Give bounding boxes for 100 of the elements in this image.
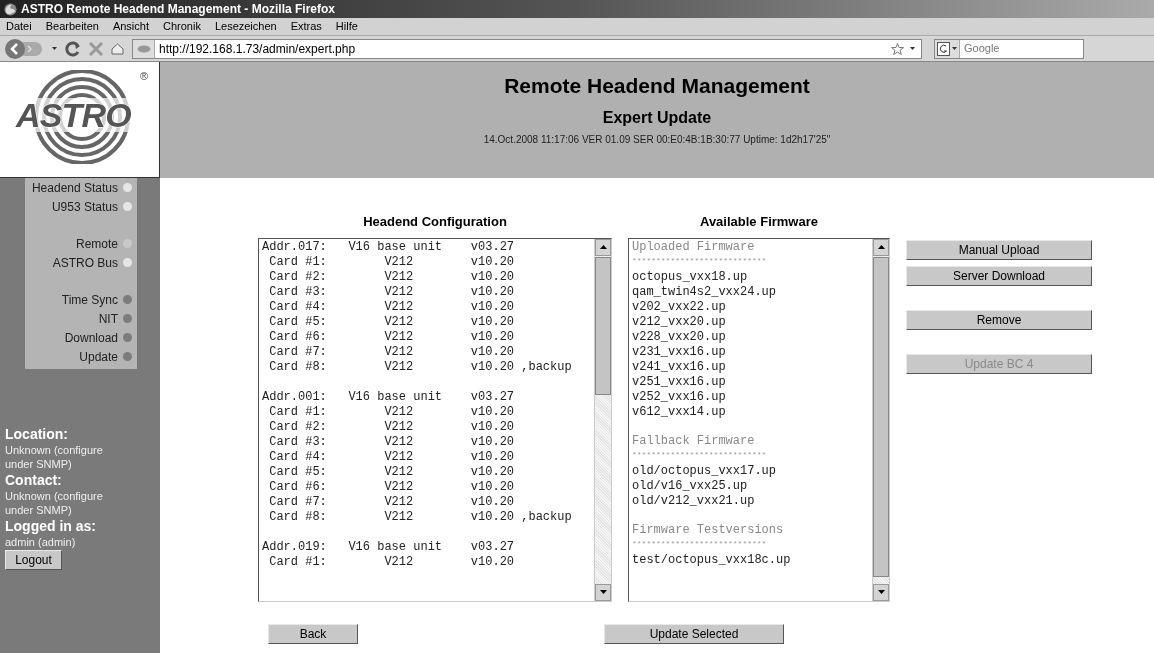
menu-item[interactable]: Ansicht [112, 18, 149, 35]
firmware-item[interactable]: old/v212_vxx21.up [632, 493, 872, 509]
dropdown-icon[interactable] [952, 47, 957, 50]
search-input[interactable]: Google [960, 40, 1083, 57]
scroll-down-button[interactable] [595, 583, 611, 601]
configuration-line: Card #2: V212 v10.20 [268, 419, 516, 435]
panel-heading: Available Firmware [700, 213, 818, 231]
browser-logo-icon [4, 2, 17, 16]
back-button-icon[interactable] [4, 37, 44, 60]
configuration-line: Addr.001: V16 base unit v03.27 [262, 389, 516, 405]
site-icon [136, 44, 151, 53]
menu-item[interactable]: Datei [6, 18, 32, 35]
action-button[interactable]: Update Selected [604, 623, 784, 644]
status-label[interactable]: Update [79, 347, 118, 366]
configuration-line: Card #8: V212 v10.20 ,backup [268, 359, 573, 375]
firmware-item[interactable]: v252_vxx16.up [632, 389, 872, 405]
firmware-item[interactable]: octopus_vxx18.up [632, 269, 872, 285]
info-text: Unknown (configure under SNMP) [5, 489, 104, 517]
window-title: ASTRO Remote Headend Management - Mozilla Firefox [21, 1, 336, 18]
action-button[interactable]: Server Download [906, 266, 1092, 286]
logo-text: ASTRO [16, 98, 131, 132]
panel-heading: Headend Configuration [363, 213, 507, 231]
page-subtitle: Expert Update [602, 108, 712, 128]
page-title: Remote Headend Management [504, 73, 810, 99]
configuration-line: Addr.017: V16 base unit v03.27 [262, 239, 516, 255]
star-icon[interactable] [891, 42, 904, 55]
status-label[interactable]: Download [64, 328, 118, 347]
firmware-item[interactable]: v212_vxx20.up [632, 314, 872, 330]
action-button[interactable]: Back [268, 623, 358, 644]
search-engine-icon [937, 41, 950, 56]
scroll-down-button[interactable] [873, 583, 889, 601]
menu-item[interactable]: Bearbeiten [45, 18, 99, 35]
system-info: 14.Oct.2008 11:17:06 VER 01.09 SER 00:E0:4B:1B:30:77 Uptime: 1d2h17'25" [483, 133, 831, 147]
configuration-line: Card #8: V212 v10.20 ,backup [268, 509, 573, 525]
info-heading: Logged in as: [5, 517, 97, 535]
firmware-item[interactable]: v612_vxx14.up [632, 404, 872, 420]
status-label[interactable]: NIT [98, 309, 118, 328]
configuration-line: Card #5: V212 v10.20 [268, 314, 516, 330]
section-heading: Fallback Firmware [632, 433, 756, 449]
info-heading: Contact: [5, 471, 63, 489]
configuration-line: Card #2: V212 v10.20 [268, 269, 516, 285]
status-label[interactable]: Time Sync [61, 290, 118, 309]
configuration-line: Card #3: V212 v10.20 [268, 434, 516, 450]
section-rule: **************************** [632, 537, 768, 550]
firmware-item[interactable]: v241_vxx16.up [632, 359, 872, 375]
scroll-thumb[interactable] [873, 256, 889, 577]
configuration-line: Card #3: V212 v10.20 [268, 284, 516, 300]
firmware-item[interactable]: old/octopus_vxx17.up [632, 463, 872, 479]
configuration-line: Card #7: V212 v10.20 [268, 494, 516, 510]
logout-button[interactable]: Logout [5, 550, 62, 570]
section-rule: **************************** [632, 448, 768, 461]
info-text: Unknown (configure under SNMP) [5, 443, 104, 471]
dropdown-icon[interactable] [52, 47, 57, 50]
firmware-item[interactable]: v228_vxx20.up [632, 329, 872, 345]
address-field[interactable]: http://192.168.1.73/admin/expert.php [132, 38, 922, 59]
info-text: admin (admin) [5, 535, 77, 549]
section-rule: **************************** [632, 254, 768, 267]
scroll-thumb[interactable] [595, 256, 611, 395]
firmware-item[interactable]: v251_vxx16.up [632, 374, 872, 390]
reload-icon[interactable] [65, 40, 81, 57]
configuration-line: Card #1: V212 v10.20 [268, 254, 516, 270]
up-arrow-icon [877, 245, 885, 249]
firmware-item[interactable]: test/octopus_vxx18c.up [632, 552, 872, 568]
firmware-item[interactable]: qam_twin4s2_vxx24.up [632, 284, 872, 300]
up-arrow-icon [599, 245, 607, 249]
menu-item[interactable]: Lesezeichen [214, 18, 277, 35]
firmware-item[interactable]: v202_vxx22.up [632, 299, 872, 315]
status-label[interactable]: ASTRO Bus [52, 253, 118, 272]
menu-item[interactable]: Hilfe [335, 18, 358, 35]
search-field[interactable]: Google [934, 38, 1084, 59]
scroll-up-button[interactable] [873, 238, 889, 256]
firmware-item[interactable]: v231_vxx16.up [632, 344, 872, 360]
section-heading: Firmware Testversions [632, 522, 785, 538]
down-arrow-icon [877, 590, 885, 594]
firmware-item[interactable]: old/v16_vxx25.up [632, 478, 872, 494]
status-label[interactable]: Remote [75, 234, 118, 253]
section-heading: Uploaded Firmware [632, 239, 756, 255]
registered-mark: ® [140, 69, 149, 84]
info-heading: Location: [5, 425, 69, 443]
configuration-list[interactable] [258, 237, 612, 602]
configuration-line: Card #5: V212 v10.20 [268, 464, 516, 480]
configuration-line: Card #4: V212 v10.20 [268, 449, 516, 465]
status-label[interactable]: U953 Status [51, 197, 118, 216]
dropdown-icon[interactable] [910, 47, 915, 50]
down-arrow-icon [599, 590, 607, 594]
scrollbar[interactable] [872, 238, 889, 601]
scroll-up-button[interactable] [595, 238, 611, 256]
action-button[interactable]: Manual Upload [906, 240, 1092, 260]
configuration-line: Card #6: V212 v10.20 [268, 329, 516, 345]
menu-item[interactable]: Extras [290, 18, 322, 35]
configuration-line: Card #6: V212 v10.20 [268, 479, 516, 495]
configuration-line: Card #4: V212 v10.20 [268, 299, 516, 315]
configuration-line: Addr.019: V16 base unit v03.27 [262, 539, 516, 555]
action-button[interactable]: Remove [906, 310, 1092, 330]
home-icon[interactable] [111, 42, 124, 55]
status-label[interactable]: Headend Status [31, 178, 118, 197]
scrollbar[interactable] [594, 238, 611, 601]
configuration-line: Card #1: V212 v10.20 [268, 554, 516, 570]
firmware-list[interactable] [628, 237, 890, 602]
menu-item[interactable]: Chronik [163, 18, 201, 35]
